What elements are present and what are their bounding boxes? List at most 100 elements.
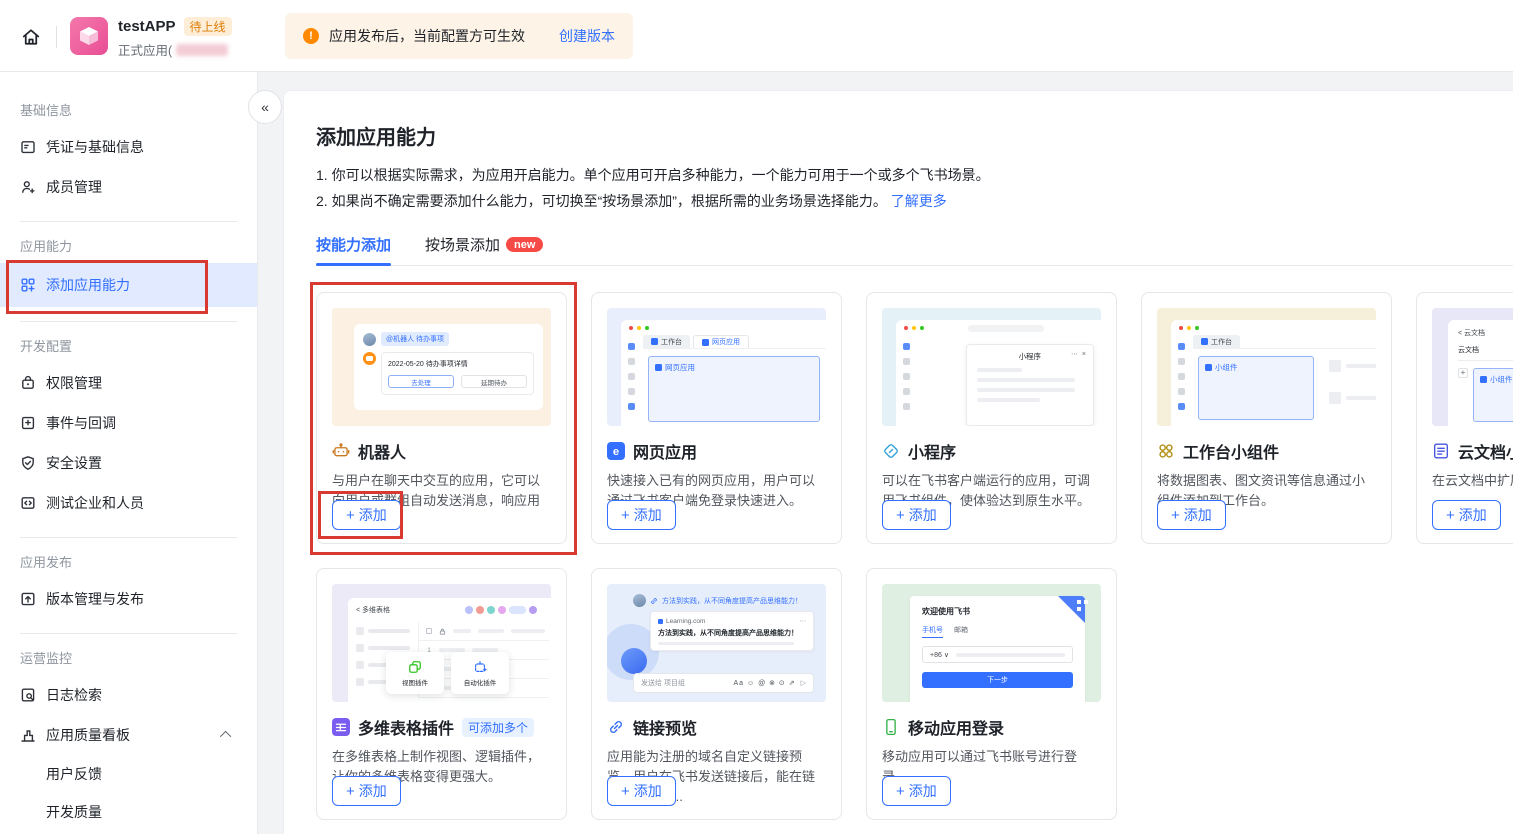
browser-mockup: 工作台 网页应用 网页应用 <box>621 320 826 426</box>
mock-tab-label: 网页应用 <box>712 337 740 347</box>
sidebar-section-basic-info: 基础信息 <box>20 100 257 119</box>
sidebar: 基础信息 凭证与基础信息 成员管理 应用能力 添加应用能力 开发配置 <box>0 72 258 834</box>
linkpreview-preview-image: 方法到实践，从不同角度提高产品思维能力！ Learning.com ⋯ 方法到实… <box>607 584 826 702</box>
webapp-icon: e <box>607 442 625 460</box>
home-button[interactable] <box>16 22 46 52</box>
instruction-line-1: 1. 你可以根据实际需求，为应用开启能力。单个应用可开启多种能力，一个能力可用于… <box>316 162 1513 188</box>
sidebar-item-version-release[interactable]: 版本管理与发布 <box>0 579 257 619</box>
source-favicon <box>658 619 663 624</box>
sidebar-collapse-button[interactable]: « <box>248 90 282 124</box>
sidebar-item-members[interactable]: 成员管理 <box>0 167 257 207</box>
capability-card-clouddoc: < 云文档 云文档 + 小组件 云文档小组件 <box>1416 292 1513 544</box>
toolbar-icons: Aa ☺ @ ⊗ ⊙ ⇗ <box>733 679 795 687</box>
redacted-app-id <box>176 44 228 56</box>
sidebar-item-log-search[interactable]: 日志检索 <box>0 675 257 715</box>
card-description: 在云文档中扩展 <box>1432 471 1513 491</box>
sidebar-item-quality-dashboard[interactable]: 应用质量看板 <box>0 715 257 755</box>
sidebar-item-events[interactable]: 事件与回调 <box>0 403 257 443</box>
tab-by-scenario[interactable]: 按场景添加 new <box>425 234 543 255</box>
add-button-label: 添加 <box>634 781 662 801</box>
tab-by-capability[interactable]: 按能力添加 <box>316 234 391 255</box>
add-linkpreview-button[interactable]: + 添加 <box>607 776 676 806</box>
linkpreview-icon <box>607 718 625 736</box>
link-icon <box>650 597 658 605</box>
user-avatar <box>633 594 646 607</box>
bot-avatar-icon <box>363 352 376 365</box>
card-title: 工作台小组件 <box>1183 439 1279 463</box>
send-icon: ▷ <box>801 679 806 687</box>
cube-icon <box>77 24 101 48</box>
collapse-icon: « <box>261 99 269 115</box>
new-badge: new <box>506 237 543 252</box>
card-title: 机器人 <box>358 439 406 463</box>
sidebar-item-add-capability[interactable]: 添加应用能力 <box>0 263 257 307</box>
app-root: testAPP 待上线 正式应用( 应用发布后，当前配置方可生效 创建版本 基础… <box>0 0 1513 834</box>
panel-label: 网页应用 <box>665 362 695 373</box>
add-bitable-button[interactable]: + 添加 <box>332 776 401 806</box>
mobilelogin-preview-image: 欢迎使用飞书 手机号 邮箱 +86 ∨ 下一步 <box>882 584 1101 702</box>
sidebar-subitem-user-feedback[interactable]: 用户反馈 <box>0 755 257 793</box>
sidebar-item-label: 版本管理与发布 <box>46 589 144 609</box>
sidebar-section-release: 应用发布 <box>20 552 257 571</box>
sidebar-item-permissions[interactable]: 权限管理 <box>0 363 257 403</box>
app-subtitle-prefix: 正式应用( <box>118 40 172 59</box>
add-webapp-button[interactable]: + 添加 <box>607 500 676 530</box>
add-clouddoc-button[interactable]: + 添加 <box>1432 500 1501 530</box>
card-title: 多维表格插件 <box>358 715 454 739</box>
sidebar-item-test-enterprise[interactable]: 测试企业和人员 <box>0 483 257 523</box>
add-widget-button[interactable]: + 添加 <box>1157 500 1226 530</box>
add-button-label: 添加 <box>359 781 387 801</box>
add-button-label: 添加 <box>1459 505 1487 525</box>
app-square-icon <box>1480 376 1487 383</box>
miniprogram-window-mockup: 小程序 ⋯ × <box>966 344 1094 426</box>
bitable-sheet-mockup: < 多维表格 <box>348 598 551 702</box>
add-button-label: 添加 <box>909 781 937 801</box>
topbar: testAPP 待上线 正式应用( 应用发布后，当前配置方可生效 创建版本 <box>0 0 1513 72</box>
add-mobilelogin-button[interactable]: + 添加 <box>882 776 951 806</box>
tab-icon <box>651 338 658 345</box>
page-title: 添加应用能力 <box>316 121 1513 150</box>
create-version-link[interactable]: 创建版本 <box>559 26 615 46</box>
capability-card-miniprogram: 小程序 ⋯ × <box>866 292 1117 544</box>
sidebar-subitem-dev-quality[interactable]: 开发质量 <box>0 793 257 831</box>
user-avatar <box>363 333 376 346</box>
chip-label: 自动化插件 <box>464 677 497 687</box>
learn-more-link[interactable]: 了解更多 <box>891 193 947 209</box>
chevron-up-icon[interactable] <box>220 731 231 742</box>
plus-icon: + <box>1171 508 1180 523</box>
plus-icon: + <box>346 784 355 799</box>
lock-icon <box>439 628 446 635</box>
miniprogram-preview-image: 小程序 ⋯ × <box>882 308 1101 426</box>
back-breadcrumb: < 云文档 <box>1458 328 1513 338</box>
mock-tab-label: 工作台 <box>1211 337 1232 347</box>
instruction-line-2: 2. 如果尚不确定需要添加什么能力，可切换至“按场景添加”，根据所需的业务场景选… <box>316 188 1513 214</box>
instruction-text: 2. 如果尚不确定需要添加什么能力，可切换至“按场景添加”，根据所需的业务场景选… <box>316 193 887 209</box>
widget-panel-mockup: 小组件 <box>1198 356 1314 420</box>
bitable-icon <box>332 718 350 736</box>
plus-icon: + <box>346 508 355 523</box>
preview-card-text: 方法到实践，从不同角度提高产品思维能力！ <box>658 628 806 638</box>
view-plugin-icon <box>408 660 422 674</box>
user-plus-icon <box>20 179 36 195</box>
todo-card-title: 2022-05-20 待办事项详情 <box>388 359 527 369</box>
mention-chip: @机器人 待办事项 <box>381 332 449 346</box>
capability-row-1: @机器人 待办事项 2022-05-20 待办事项详情 去处理 延期待办 <box>316 292 1513 544</box>
plus-icon: + <box>621 508 630 523</box>
sidebar-item-credentials[interactable]: 凭证与基础信息 <box>0 127 257 167</box>
add-button-label: 添加 <box>359 505 387 525</box>
doc-title: 云文档 <box>1458 345 1513 361</box>
capability-card-bitable: < 多维表格 <box>316 568 567 820</box>
widget-icon <box>1157 442 1175 460</box>
home-icon <box>21 27 41 47</box>
sidebar-item-security[interactable]: 安全设置 <box>0 443 257 483</box>
window-controls-icon: ⋯ × <box>1071 350 1087 358</box>
sidebar-divider <box>20 221 237 222</box>
add-miniprogram-button[interactable]: + 添加 <box>882 500 951 530</box>
sidebar-section-capabilities: 应用能力 <box>20 236 257 255</box>
add-bot-button[interactable]: + 添加 <box>332 500 401 530</box>
sidebar-item-label: 日志检索 <box>46 685 102 705</box>
sidebar-item-label: 添加应用能力 <box>46 275 130 295</box>
sidebar-item-label: 事件与回调 <box>46 413 116 433</box>
more-icon: ⋯ <box>800 617 807 625</box>
window-mockup: 小程序 ⋯ × <box>896 320 1101 426</box>
